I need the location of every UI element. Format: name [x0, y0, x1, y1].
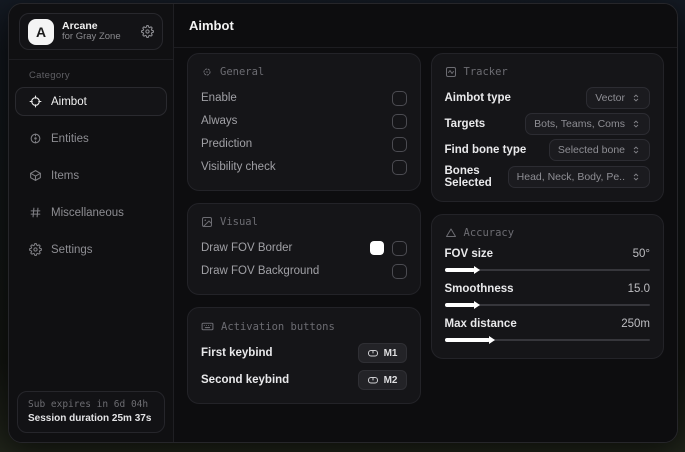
sidebar-item-label: Items [51, 169, 80, 182]
slider-thumb[interactable] [444, 301, 481, 309]
brand-logo: A [28, 18, 54, 45]
find-bone-type-dropdown[interactable]: Selected bone [548, 139, 650, 161]
panel-visual: Visual Draw FOV Border Draw FOV Backgrou… [187, 203, 421, 295]
first-keybind-button[interactable]: M1 [357, 343, 407, 363]
unfold-icon [631, 119, 641, 129]
aimbot-type-dropdown[interactable]: Vector [586, 87, 650, 109]
fov-border-color-swatch[interactable] [369, 241, 384, 255]
panel-title: Visual [220, 216, 258, 228]
setting-row-first-keybind: First keybind M1 [201, 342, 407, 364]
setting-row-find-bone-type: Find bone type Selected bone [445, 139, 650, 161]
sidebar-item-miscellaneous[interactable]: Miscellaneous [15, 198, 167, 227]
slider-thumb[interactable] [444, 266, 481, 274]
main-header: Aimbot [174, 4, 677, 48]
bones-selected-dropdown[interactable]: Head, Neck, Body, Pe.. [507, 166, 650, 188]
unfold-icon [631, 93, 641, 103]
image-icon [201, 216, 213, 228]
draw-fov-border-checkbox[interactable] [391, 240, 407, 256]
sidebar-item-settings[interactable]: Settings [15, 235, 167, 264]
sidebar-item-label: Settings [51, 243, 93, 256]
unfold-icon [631, 145, 641, 155]
panel-tracker: Tracker Aimbot type Vector Targets Bots,… [430, 53, 664, 202]
sidebar-menu: Aimbot Entities Items Miscellaneous Sett… [9, 87, 173, 271]
panel-title: Accuracy [463, 227, 515, 239]
setting-row-always: Always [201, 110, 407, 132]
enable-checkbox[interactable] [391, 90, 407, 106]
setting-row-fov-size: FOV size 50° [444, 248, 650, 274]
entities-icon [29, 132, 42, 145]
visibility-check-checkbox[interactable] [391, 159, 407, 175]
fov-size-value: 50° [632, 248, 650, 260]
panel-title: General [220, 66, 265, 78]
sidebar-item-label: Aimbot [51, 95, 87, 108]
setting-row-enable: Enable [201, 87, 407, 109]
sidebar-item-aimbot[interactable]: Aimbot [15, 87, 167, 116]
always-checkbox[interactable] [391, 113, 407, 129]
sidebar-divider [9, 59, 173, 60]
panel-title: Tracker [463, 66, 508, 78]
sidebar-item-label: Miscellaneous [51, 206, 124, 219]
fov-size-slider[interactable] [444, 266, 650, 274]
panel-activation-buttons: Activation buttons First keybind M1 Seco… [187, 307, 421, 404]
slider-thumb[interactable] [444, 336, 495, 344]
page-title: Aimbot [189, 18, 234, 33]
sidebar: A Arcane for Gray Zone Category Aimbot E… [9, 4, 174, 442]
setting-row-draw-fov-background: Draw FOV Background [201, 260, 407, 282]
prediction-checkbox[interactable] [391, 136, 407, 152]
sidebar-item-entities[interactable]: Entities [15, 124, 167, 153]
setting-row-visibility-check: Visibility check [201, 156, 407, 178]
targets-dropdown[interactable]: Bots, Teams, Coms [525, 113, 650, 135]
mouse-icon [367, 374, 379, 386]
main-area: Aimbot General Enable Always Prediction … [174, 4, 677, 442]
hash-icon [29, 206, 42, 219]
subscription-card: Sub expires in 6d 04h Session duration 2… [17, 391, 165, 433]
sub-expires-text: Sub expires in 6d 04h [28, 399, 149, 410]
crosshair-icon [29, 95, 42, 108]
second-keybind-button[interactable]: M2 [357, 370, 407, 390]
category-label: Category [29, 70, 70, 81]
cheat-menu-window: A Arcane for Gray Zone Category Aimbot E… [8, 3, 678, 443]
activity-icon [445, 66, 457, 78]
sidebar-item-label: Entities [51, 132, 89, 145]
brand-subtitle: for Gray Zone [62, 31, 121, 43]
gear-icon[interactable] [141, 25, 154, 38]
package-icon [29, 169, 42, 182]
panel-title: Activation buttons [221, 320, 335, 333]
setting-row-smoothness: Smoothness 15.0 [444, 283, 650, 309]
brand-card: A Arcane for Gray Zone [19, 13, 163, 50]
setting-row-draw-fov-border: Draw FOV Border [201, 237, 407, 259]
session-duration-text: Session duration 25m 37s [28, 413, 152, 424]
triangle-icon [445, 227, 457, 239]
setting-row-prediction: Prediction [201, 133, 407, 155]
gear-icon [29, 243, 42, 256]
smoothness-slider[interactable] [444, 301, 650, 309]
max-distance-slider[interactable] [444, 336, 650, 344]
unfold-icon [631, 172, 641, 182]
smoothness-value: 15.0 [627, 283, 650, 295]
panel-general: General Enable Always Prediction Visibil… [187, 53, 421, 191]
crosshair-icon [201, 66, 213, 78]
max-distance-value: 250m [621, 318, 650, 330]
setting-row-max-distance: Max distance 250m [444, 318, 650, 344]
sidebar-item-items[interactable]: Items [15, 161, 167, 190]
setting-row-second-keybind: Second keybind M2 [201, 369, 407, 391]
keyboard-icon [201, 320, 214, 333]
setting-row-bones-selected: Bones Selected Head, Neck, Body, Pe.. [445, 165, 650, 189]
draw-fov-background-checkbox[interactable] [391, 263, 407, 279]
setting-row-aimbot-type: Aimbot type Vector [445, 87, 650, 109]
setting-row-targets: Targets Bots, Teams, Coms [445, 113, 650, 135]
mouse-icon [367, 347, 379, 359]
panel-accuracy: Accuracy FOV size 50° Smoothness 15.0 Ma… [430, 214, 664, 359]
